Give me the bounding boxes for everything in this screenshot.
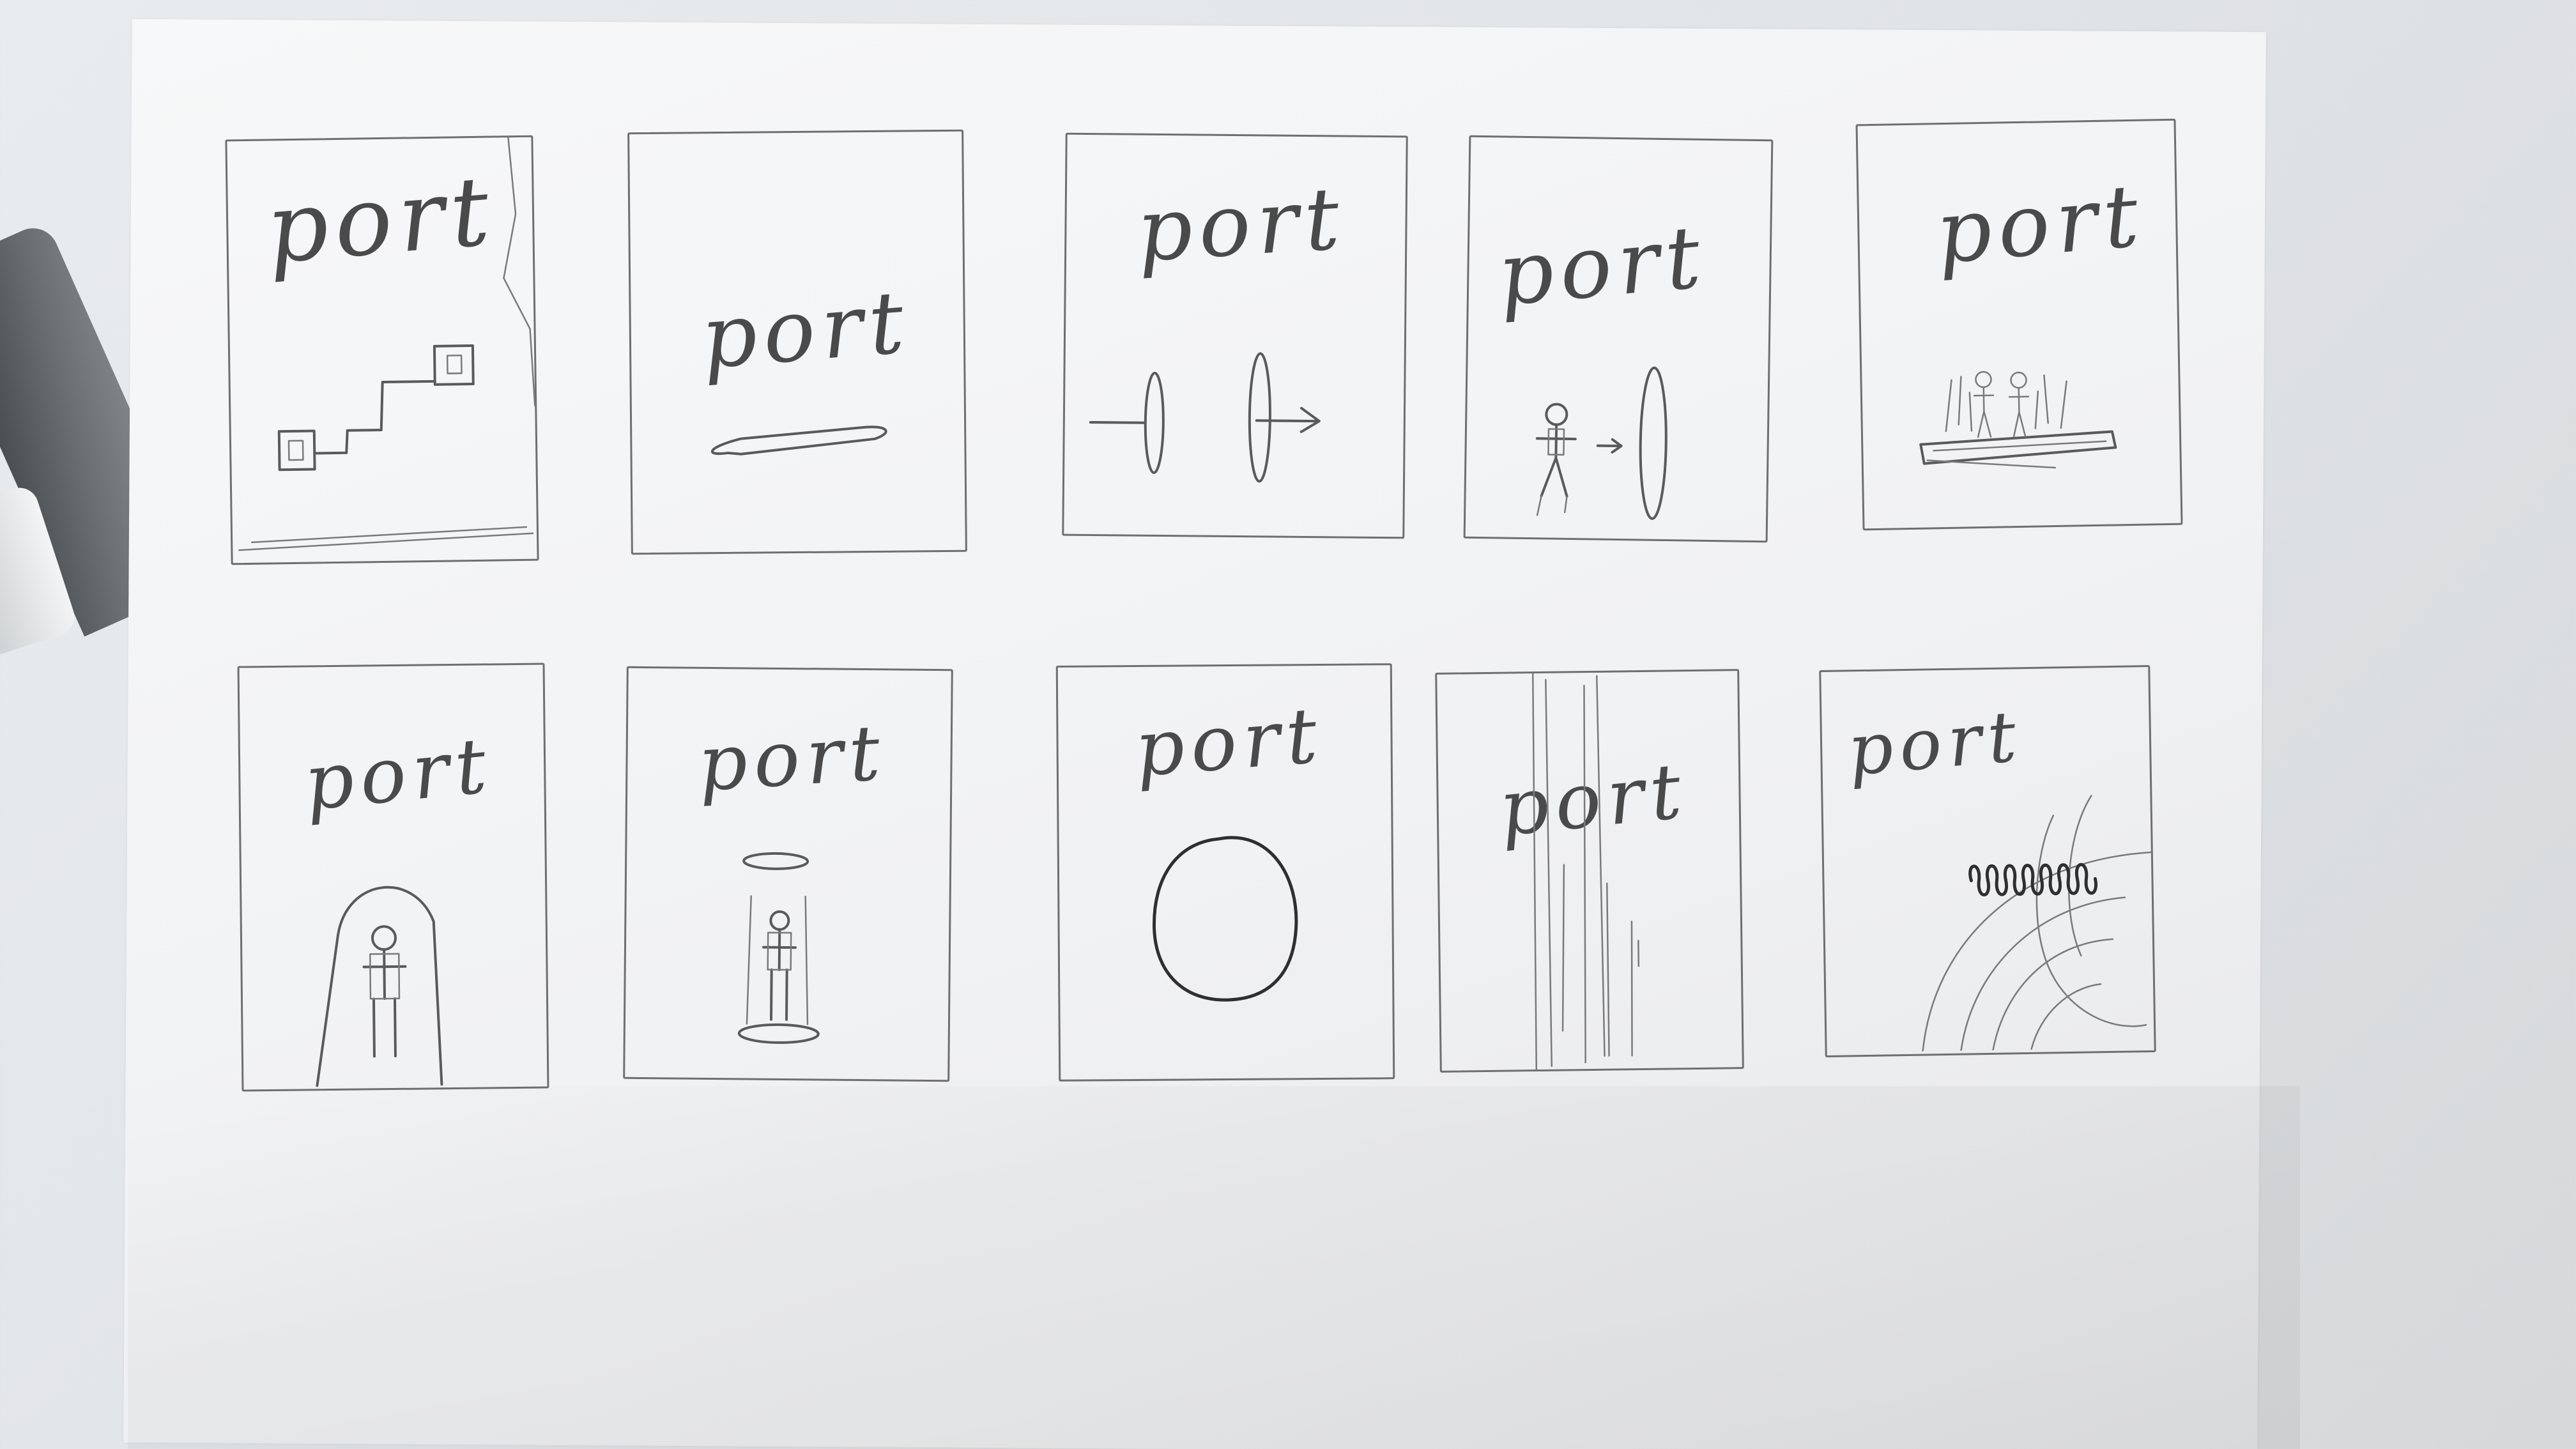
vertical-streaks-drawing	[1531, 672, 1640, 1071]
sketch-panel-1: port	[225, 135, 539, 565]
figure-arch-drawing	[316, 885, 443, 1087]
sketch-panel-10: port	[1819, 664, 2156, 1058]
sketch-panel-5: port	[1855, 118, 2183, 531]
sketch-panel-4: port	[1463, 135, 1774, 543]
beam-figure-drawing	[737, 852, 820, 1044]
oval-platform-drawing	[710, 425, 887, 456]
sketch-panel-6: port	[237, 663, 549, 1092]
figures-platform-drawing	[1919, 371, 2117, 469]
two-portals-drawing	[1089, 352, 1321, 483]
sketch-panel-9: port	[1435, 669, 1744, 1073]
sketch-panel-3: port	[1062, 132, 1408, 539]
figure-to-portal-drawing	[1535, 366, 1667, 520]
coil-arcs-drawing	[1922, 795, 2152, 1052]
circle-drawing	[1153, 836, 1298, 1002]
sketch-panel-2: port	[627, 129, 967, 555]
sketch-panel-8: port	[1055, 663, 1395, 1082]
boxes-steps-drawing	[238, 136, 536, 551]
sketch-panel-7: port	[623, 666, 953, 1082]
